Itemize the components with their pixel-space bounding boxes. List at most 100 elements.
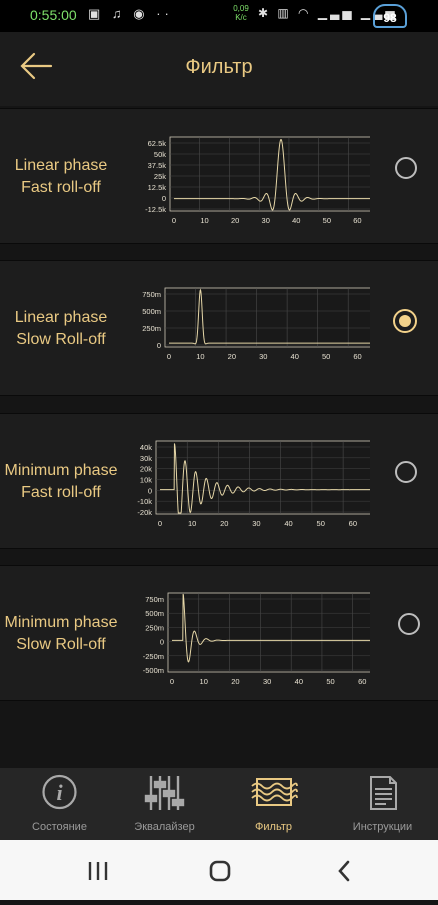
x-tick-label: 60 [349, 519, 357, 528]
filter-name-line2: Fast roll-off [21, 484, 101, 501]
filter-name: Linear phase Slow Roll-off [0, 307, 122, 351]
filter-name-line2: Slow Roll-off [16, 636, 106, 653]
page-title: Фильтр [185, 56, 253, 78]
x-tick-label: 40 [292, 216, 300, 225]
impulse-response-chart: 62.5k 50k 37.5k 25k 12.5k 0 -12.5k 0 10 20 30 40 50 6… [145, 136, 370, 225]
y-tick-label: -12.5k [145, 205, 166, 214]
x-tick-label: 30 [252, 519, 260, 528]
impulse-response-chart: 40k30k20k10k0-10k-20k010203040506070 [137, 440, 370, 528]
x-tick-label: 0 [158, 519, 162, 528]
x-tick-label: 20 [231, 677, 239, 686]
y-tick-label: -250m [143, 652, 164, 661]
y-tick-label: 0 [160, 638, 164, 647]
y-tick-label: 500m [145, 609, 164, 618]
y-tick-label: 37.5k [148, 161, 167, 170]
filter-option-card[interactable]: Minimum phase Fast roll-off 40k 30k 20k 10k 0-… [0, 413, 438, 549]
x-tick-label: 40 [291, 352, 299, 361]
nav-item-filter[interactable]: Фильтр [219, 768, 328, 840]
equalizer-icon [144, 776, 185, 810]
y-tick-label: -10k [137, 497, 152, 506]
x-tick-label: 50 [322, 352, 330, 361]
y-tick-label: 30k [140, 454, 152, 463]
radio-button[interactable] [398, 613, 420, 635]
nav-item-status[interactable]: i Состояние [5, 768, 114, 840]
network-speed: 0,09 K/c [233, 4, 249, 22]
nav-item-instructions[interactable]: Инструкции [328, 768, 437, 840]
x-tick-label: 60 [358, 677, 366, 686]
x-tick-label: 60 [353, 216, 361, 225]
filter-name-line1: Linear phase [14, 157, 108, 174]
impulse-response-chart: 750m500m250m0-250m-500m010203040506070 [143, 592, 370, 686]
radio-button-selected[interactable] [393, 309, 417, 333]
x-tick-label: 20 [228, 352, 236, 361]
document-icon [370, 776, 397, 810]
y-tick-label: 0 [148, 486, 152, 495]
filter-option-card[interactable]: Linear phase Fast roll-off 62.5k 50k 37.5k 25… [0, 108, 438, 244]
nav-label-filter: Фильтр [255, 821, 292, 833]
home-icon [209, 860, 231, 882]
x-tick-label: 50 [317, 519, 325, 528]
filter-name: Linear phase Fast roll-off [0, 155, 122, 199]
filter-name: Minimum phase Slow Roll-off [0, 612, 122, 656]
filter-name-line2: Fast roll-off [21, 179, 101, 196]
x-tick-label: 30 [262, 216, 270, 225]
x-tick-label: 20 [231, 216, 239, 225]
y-tick-label: 750m [142, 290, 161, 299]
filter-name-line2: Slow Roll-off [16, 331, 106, 348]
y-tick-label: 20k [140, 465, 152, 474]
y-tick-label: 750m [145, 595, 164, 604]
radio-button[interactable] [395, 461, 417, 483]
x-tick-label: 10 [196, 352, 204, 361]
y-tick-label: 250m [145, 623, 164, 632]
x-tick-label: 0 [170, 677, 174, 686]
bottom-navigation: i Состояние Эквалайзер Фильтр Инструкции [0, 768, 438, 840]
nav-label-status: Состояние [32, 821, 87, 833]
recent-apps-icon [88, 862, 108, 880]
filter-icon [251, 778, 298, 806]
status-time: 0:55:00 [30, 7, 77, 23]
y-tick-label: 25k [154, 172, 166, 181]
nav-label-equalizer: Эквалайзер [134, 821, 195, 833]
y-tick-label: -20k [137, 508, 152, 517]
x-tick-label: 0 [167, 352, 171, 361]
battery-indicator: 98 [373, 4, 407, 28]
filter-name-line1: Minimum phase [4, 462, 118, 479]
svg-text:i: i [56, 780, 63, 805]
x-tick-label: 50 [326, 677, 334, 686]
filter-name: Minimum phase Fast roll-off [0, 460, 122, 504]
filter-option-card[interactable]: Minimum phase Slow Roll-off 750m 500m 250m 0-… [0, 565, 438, 701]
recent-apps-button[interactable] [68, 840, 128, 900]
nav-item-equalizer[interactable]: Эквалайзер [110, 768, 219, 840]
x-tick-label: 60 [353, 352, 361, 361]
x-tick-label: 10 [200, 677, 208, 686]
radio-button[interactable] [395, 157, 417, 179]
status-bar: 0:55:00 ▣ ♫ ◉ ·· 0,09 K/c ✱ ▥ ◠ ▁▃▅ ▁▃▅ … [0, 0, 438, 32]
system-navigation-bar [0, 840, 438, 900]
y-tick-label: 50k [154, 150, 166, 159]
x-tick-label: 10 [200, 216, 208, 225]
system-back-button[interactable] [314, 840, 374, 900]
x-tick-label: 10 [188, 519, 196, 528]
y-tick-label: 0 [162, 194, 166, 203]
y-tick-label: 0 [157, 341, 161, 350]
nav-label-instructions: Инструкции [352, 821, 413, 833]
x-tick-label: 30 [263, 677, 271, 686]
x-tick-label: 50 [323, 216, 331, 225]
y-tick-label: 40k [140, 443, 152, 452]
y-tick-label: 250m [142, 324, 161, 333]
chevron-left-icon [338, 860, 350, 882]
filter-name-line1: Linear phase [14, 309, 108, 326]
impulse-response-chart: 750m500m250m0010203040506070 [142, 287, 370, 361]
filter-name-line1: Minimum phase [4, 614, 118, 631]
y-tick-label: 12.5k [148, 183, 167, 192]
y-tick-label: -500m [143, 666, 164, 675]
x-tick-label: 40 [284, 519, 292, 528]
info-icon: i [42, 774, 77, 810]
app-bar: Фильтр [0, 32, 438, 106]
filter-option-card[interactable]: Linear phase Slow Roll-off 750m 500m 250m 0 0 1… [0, 260, 438, 396]
x-tick-label: 40 [295, 677, 303, 686]
x-tick-label: 0 [172, 216, 176, 225]
notification-icons: ▣ ♫ ◉ ·· [88, 6, 173, 21]
home-button[interactable] [190, 840, 250, 900]
y-tick-label: 500m [142, 307, 161, 316]
